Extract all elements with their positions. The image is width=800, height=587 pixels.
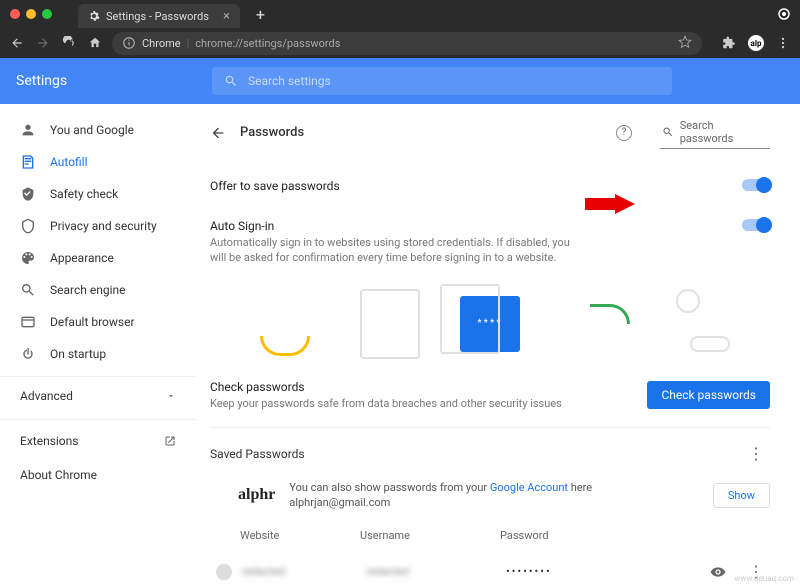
window-maximize-button[interactable] — [42, 9, 52, 19]
back-icon[interactable] — [10, 36, 24, 50]
site-info-icon[interactable] — [122, 36, 136, 50]
google-account-link[interactable]: Google Account — [490, 481, 568, 494]
search-icon — [20, 282, 36, 298]
power-icon — [20, 346, 36, 362]
sidebar-item-you-and-google[interactable]: You and Google — [0, 114, 196, 146]
auto-signin-toggle[interactable] — [742, 219, 770, 231]
shield-check-icon — [20, 186, 36, 202]
auto-signin-title: Auto Sign-in — [210, 219, 742, 233]
watermark: www.deuaq.com — [734, 574, 794, 583]
page-title: Passwords — [240, 125, 602, 140]
record-icon — [778, 5, 790, 24]
annotation-arrow — [585, 194, 635, 214]
tab-title: Settings - Passwords — [106, 10, 209, 23]
palette-icon — [20, 250, 36, 266]
omnibox[interactable]: Chrome | chrome://settings/passwords — [112, 32, 702, 55]
person-icon — [20, 122, 36, 138]
forward-icon[interactable] — [36, 36, 50, 50]
settings-content: Passwords ? Search passwords Offer to sa… — [196, 104, 800, 587]
offer-save-toggle[interactable] — [742, 179, 770, 191]
sidebar-item-autofill[interactable]: Autofill — [0, 146, 196, 178]
home-icon[interactable] — [88, 36, 102, 50]
browser-tab[interactable]: Settings - Passwords × — [78, 4, 240, 28]
account-email: alphrjan@gmail.com — [289, 496, 699, 509]
saved-passwords-header: Saved Passwords ⋮ — [210, 428, 770, 471]
settings-header: Settings Search settings — [0, 58, 800, 104]
profile-avatar[interactable]: alp — [748, 35, 764, 51]
sidebar-advanced[interactable]: Advanced — [0, 376, 196, 415]
window-close-button[interactable] — [10, 9, 20, 19]
window-titlebar: Settings - Passwords × + — [0, 0, 800, 28]
url-path: chrome://settings/passwords — [195, 37, 340, 50]
star-icon[interactable] — [678, 35, 692, 52]
show-button[interactable]: Show — [713, 483, 770, 508]
offer-save-title: Offer to save passwords — [210, 179, 742, 193]
reload-icon[interactable] — [62, 36, 76, 50]
sidebar-item-default-browser[interactable]: Default browser — [0, 306, 196, 338]
saved-passwords-menu[interactable]: ⋮ — [742, 444, 770, 463]
check-passwords-row: Check passwords Keep your passwords safe… — [210, 374, 770, 428]
search-passwords-input[interactable]: Search passwords — [660, 116, 770, 149]
extensions-icon[interactable] — [722, 36, 736, 50]
new-tab-button[interactable]: + — [256, 5, 265, 24]
autofill-icon — [20, 154, 36, 170]
search-icon — [662, 126, 674, 138]
browser-icon — [20, 314, 36, 330]
password-row[interactable]: redacted redacted •••••••• ⋮ — [210, 552, 770, 587]
window-minimize-button[interactable] — [26, 9, 36, 19]
search-settings-input[interactable]: Search settings — [212, 67, 672, 95]
search-icon — [224, 74, 238, 88]
check-passwords-title: Check passwords — [210, 380, 647, 394]
shield-icon — [20, 218, 36, 234]
sidebar-about[interactable]: About Chrome — [0, 458, 196, 492]
passwords-illustration: **** — [210, 284, 770, 364]
google-account-row: alphr You can also show passwords from y… — [210, 471, 770, 519]
offer-save-passwords-row: Offer to save passwords — [210, 171, 770, 201]
sidebar-item-appearance[interactable]: Appearance — [0, 242, 196, 274]
auto-signin-desc: Automatically sign in to websites using … — [210, 235, 570, 266]
eye-icon[interactable] — [710, 564, 726, 580]
sidebar-item-privacy[interactable]: Privacy and security — [0, 210, 196, 242]
check-passwords-desc: Keep your passwords safe from data breac… — [210, 396, 570, 411]
close-icon[interactable]: × — [223, 9, 230, 24]
sidebar-item-search-engine[interactable]: Search engine — [0, 274, 196, 306]
account-logo: alphr — [238, 486, 275, 504]
check-passwords-button[interactable]: Check passwords — [647, 381, 770, 409]
sidebar-extensions[interactable]: Extensions — [0, 424, 196, 458]
external-link-icon — [164, 435, 176, 447]
gear-icon — [88, 10, 100, 22]
address-bar: Chrome | chrome://settings/passwords alp — [0, 28, 800, 58]
sidebar-item-on-startup[interactable]: On startup — [0, 338, 196, 370]
site-favicon — [216, 564, 232, 580]
passwords-table-header: Website Username Password — [210, 519, 770, 552]
settings-title: Settings — [16, 73, 212, 89]
url-scheme: Chrome — [142, 37, 181, 50]
sidebar-item-safety-check[interactable]: Safety check — [0, 178, 196, 210]
back-arrow-icon[interactable] — [210, 125, 226, 141]
auto-signin-row: Auto Sign-in Automatically sign in to we… — [210, 211, 770, 274]
menu-icon[interactable] — [776, 36, 790, 50]
help-icon[interactable]: ? — [616, 125, 632, 141]
settings-sidebar: You and Google Autofill Safety check Pri… — [0, 104, 196, 587]
chevron-down-icon — [166, 391, 176, 401]
